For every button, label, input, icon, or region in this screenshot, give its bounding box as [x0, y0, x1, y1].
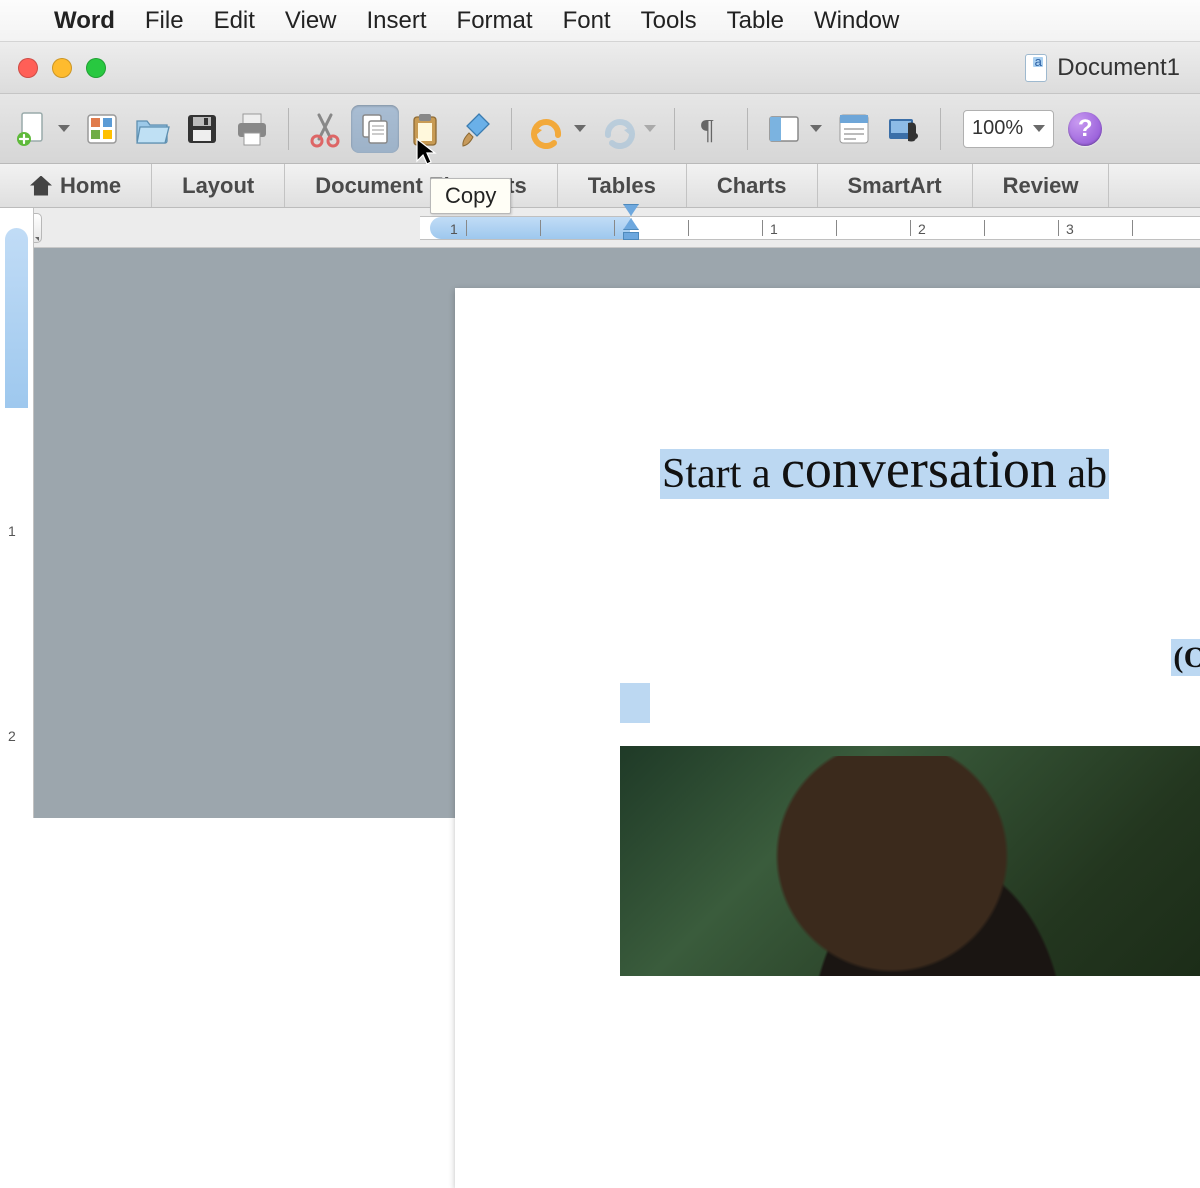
- menu-table[interactable]: Table: [727, 7, 784, 35]
- sidebar-dropdown[interactable]: [808, 125, 824, 132]
- zoom-window-button[interactable]: [86, 58, 106, 78]
- redo-icon: [598, 109, 638, 149]
- traffic-lights: [0, 58, 106, 78]
- window-title: Document1: [1057, 54, 1180, 82]
- ruler-tick: 2: [918, 221, 926, 237]
- vruler-tick: 1: [8, 523, 16, 539]
- templates-icon: [82, 109, 122, 149]
- toolbar-separator: [511, 108, 512, 150]
- menu-edit[interactable]: Edit: [214, 7, 255, 35]
- show-formatting-button[interactable]: ¶: [687, 105, 735, 153]
- toolbar-separator: [288, 108, 289, 150]
- zoom-value: 100%: [972, 117, 1023, 140]
- vertical-ruler[interactable]: 1 2: [0, 208, 34, 818]
- paintbrush-icon: [455, 109, 495, 149]
- tab-review[interactable]: Review: [973, 164, 1110, 207]
- horizontal-ruler[interactable]: 1 1 2 3: [420, 216, 1200, 240]
- ribbon-tabs: Home Layout Document Elements Tables Cha…: [0, 164, 1200, 208]
- format-painter-button[interactable]: [451, 105, 499, 153]
- redo-button[interactable]: [594, 105, 642, 153]
- document-page[interactable]: Start a conversation ab y (OR JUMP IN ON…: [455, 288, 1200, 1188]
- toolbox-button[interactable]: [830, 105, 878, 153]
- zoom-selector[interactable]: 100%: [963, 110, 1054, 148]
- menu-tools[interactable]: Tools: [641, 7, 697, 35]
- sidebar-icon: [764, 109, 804, 149]
- toolbar-separator: [747, 108, 748, 150]
- folder-open-icon: [132, 109, 172, 149]
- copy-icon: [355, 109, 395, 149]
- chevron-down-icon: [1033, 125, 1045, 132]
- vruler-tick: 2: [8, 728, 16, 744]
- indent-marker[interactable]: [623, 204, 641, 238]
- print-button[interactable]: [228, 105, 276, 153]
- tab-home[interactable]: Home: [0, 164, 152, 207]
- sidebar-button[interactable]: [760, 105, 808, 153]
- undo-button[interactable]: [524, 105, 572, 153]
- menu-font[interactable]: Font: [563, 7, 611, 35]
- standard-toolbar: ¶ 100% ?: [0, 94, 1200, 164]
- document-icon: [1025, 54, 1047, 82]
- ruler-tick: 3: [1066, 221, 1074, 237]
- printer-icon: [232, 109, 272, 149]
- media-icon: [884, 109, 924, 149]
- tab-document-elements[interactable]: Document Elements: [285, 164, 558, 207]
- tab-charts[interactable]: Charts: [687, 164, 818, 207]
- document-workspace: 1 2 Start a conversation ab y (OR JUMP I…: [0, 248, 1200, 818]
- menu-format[interactable]: Format: [457, 7, 533, 35]
- ruler-bar: ⇥ 1 1 2 3: [0, 208, 1200, 248]
- tab-tables[interactable]: Tables: [558, 164, 687, 207]
- mac-menubar: Word File Edit View Insert Format Font T…: [0, 0, 1200, 42]
- ruler-tick: 1: [770, 221, 778, 237]
- window-title-group: Document1: [1025, 54, 1180, 82]
- toolbox-icon: [834, 109, 874, 149]
- help-button[interactable]: ?: [1068, 112, 1102, 146]
- selected-text[interactable]: (OR JUMP IN ON AN ONGO: [1171, 639, 1200, 676]
- scissors-icon: [305, 109, 345, 149]
- selection-marker: [620, 683, 650, 723]
- tab-smartart[interactable]: SmartArt: [818, 164, 973, 207]
- menu-file[interactable]: File: [145, 7, 184, 35]
- undo-icon: [528, 109, 568, 149]
- pilcrow-icon: ¶: [693, 111, 729, 147]
- new-dropdown[interactable]: [56, 125, 72, 132]
- floppy-disk-icon: [182, 109, 222, 149]
- templates-button[interactable]: [78, 105, 126, 153]
- ruler-tick: 1: [450, 221, 458, 237]
- minimize-window-button[interactable]: [52, 58, 72, 78]
- svg-text:¶: ¶: [701, 115, 714, 146]
- save-button[interactable]: [178, 105, 226, 153]
- selected-text[interactable]: Start a conversation ab: [660, 449, 1109, 499]
- media-browser-button[interactable]: [880, 105, 928, 153]
- cut-button[interactable]: [301, 105, 349, 153]
- menubar-app[interactable]: Word: [54, 7, 115, 35]
- paste-button[interactable]: [401, 105, 449, 153]
- copy-tooltip: Copy: [430, 178, 511, 214]
- toolbar-separator: [674, 108, 675, 150]
- clipboard-icon: [405, 109, 445, 149]
- document-image[interactable]: [620, 746, 1200, 976]
- menu-view[interactable]: View: [285, 7, 337, 35]
- close-window-button[interactable]: [18, 58, 38, 78]
- window-titlebar: Document1: [0, 42, 1200, 94]
- copy-button[interactable]: [351, 105, 399, 153]
- new-doc-icon: [12, 109, 52, 149]
- toolbar-separator: [940, 108, 941, 150]
- document-content[interactable]: Start a conversation ab y (OR JUMP IN ON…: [660, 438, 1200, 976]
- new-document-button[interactable]: [8, 105, 56, 153]
- undo-dropdown[interactable]: [572, 125, 588, 132]
- menu-window[interactable]: Window: [814, 7, 899, 35]
- open-button[interactable]: [128, 105, 176, 153]
- menu-insert[interactable]: Insert: [367, 7, 427, 35]
- tab-layout[interactable]: Layout: [152, 164, 285, 207]
- redo-dropdown[interactable]: [642, 125, 658, 132]
